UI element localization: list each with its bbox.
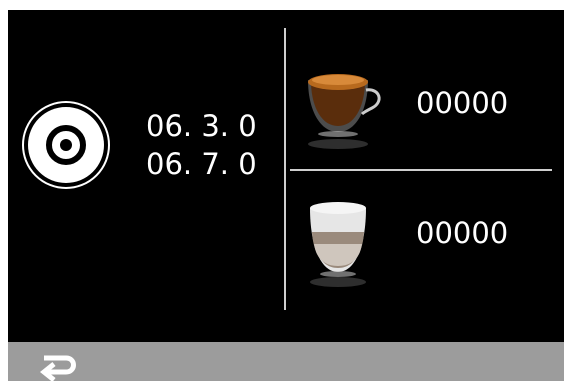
bottom-bar [8,342,564,381]
latte-counter-row: 00000 [290,186,564,306]
back-button[interactable] [36,354,82,381]
vertical-divider [284,28,286,310]
latte-count: 00000 [416,216,509,250]
display-screen: 06. 3. 0 06. 7. 0 00000 00000 [8,10,564,381]
disc-button[interactable] [22,101,110,189]
version-list: 06. 3. 0 06. 7. 0 [146,107,257,183]
version-primary: 06. 3. 0 [146,109,257,143]
espresso-count: 00000 [416,86,509,120]
horizontal-divider [290,169,552,171]
back-arrow-icon [39,355,76,381]
version-panel: 06. 3. 0 06. 7. 0 [8,10,286,342]
version-secondary: 06. 7. 0 [146,147,257,181]
disc-icon [28,107,104,183]
espresso-cup-icon [302,58,386,154]
espresso-counter-row: 00000 [290,50,564,170]
latte-cup-icon [302,194,386,290]
